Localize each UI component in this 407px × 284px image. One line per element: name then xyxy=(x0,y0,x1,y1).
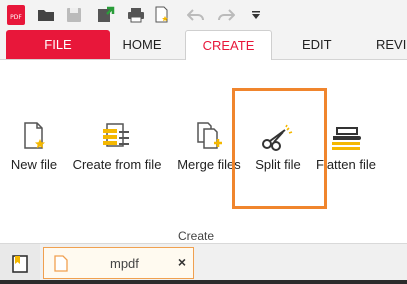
scissors-icon xyxy=(261,118,295,152)
quick-access-toolbar: PDF xyxy=(0,0,407,30)
create-from-file-button[interactable]: Create from file xyxy=(70,118,164,178)
merge-files-label: Merge files xyxy=(177,157,241,172)
merge-files-icon xyxy=(194,118,224,152)
bottom-divider xyxy=(0,280,407,284)
print-icon[interactable] xyxy=(124,3,148,27)
new-file-icon xyxy=(20,118,48,152)
customize-dropdown-icon[interactable] xyxy=(244,3,268,27)
new-document-icon[interactable] xyxy=(150,3,174,27)
open-folder-icon[interactable] xyxy=(34,3,58,27)
tab-file[interactable]: FILE xyxy=(6,30,110,59)
save-icon[interactable] xyxy=(62,3,86,27)
split-file-label: Split file xyxy=(255,157,301,172)
ribbon-tab-bar: FILE HOME CREATE EDIT REVIEW xyxy=(0,30,407,60)
bookmark-panel-icon[interactable] xyxy=(0,244,40,284)
flatten-file-button[interactable]: Flatten file xyxy=(314,118,378,178)
ribbon-panel: New file Create from file Merge files Sp… xyxy=(0,60,407,244)
flatten-file-label: Flatten file xyxy=(316,157,376,172)
tab-create[interactable]: CREATE xyxy=(185,30,272,60)
new-file-button[interactable]: New file xyxy=(8,118,60,178)
close-tab-icon[interactable]: × xyxy=(178,254,186,270)
split-file-button[interactable]: Split file xyxy=(250,118,306,178)
create-group-label: Create xyxy=(177,229,215,243)
tab-review[interactable]: REVIEW xyxy=(376,30,407,59)
merge-files-button[interactable]: Merge files xyxy=(175,118,243,178)
flatten-file-icon xyxy=(329,118,363,152)
export-icon[interactable] xyxy=(94,3,118,27)
pdf-logo-icon[interactable]: PDF xyxy=(4,3,28,27)
new-file-label: New file xyxy=(10,157,58,172)
tab-edit[interactable]: EDIT xyxy=(302,30,332,59)
create-from-file-label: Create from file xyxy=(72,157,162,172)
undo-icon[interactable] xyxy=(184,3,208,27)
svg-text:PDF: PDF xyxy=(10,14,22,21)
document-tab-name: mpdf xyxy=(110,256,139,271)
redo-icon[interactable] xyxy=(214,3,238,27)
create-from-file-icon xyxy=(101,118,133,152)
tab-home[interactable]: HOME xyxy=(122,30,162,59)
document-tab[interactable]: mpdf × xyxy=(43,247,194,279)
document-icon xyxy=(54,255,68,277)
